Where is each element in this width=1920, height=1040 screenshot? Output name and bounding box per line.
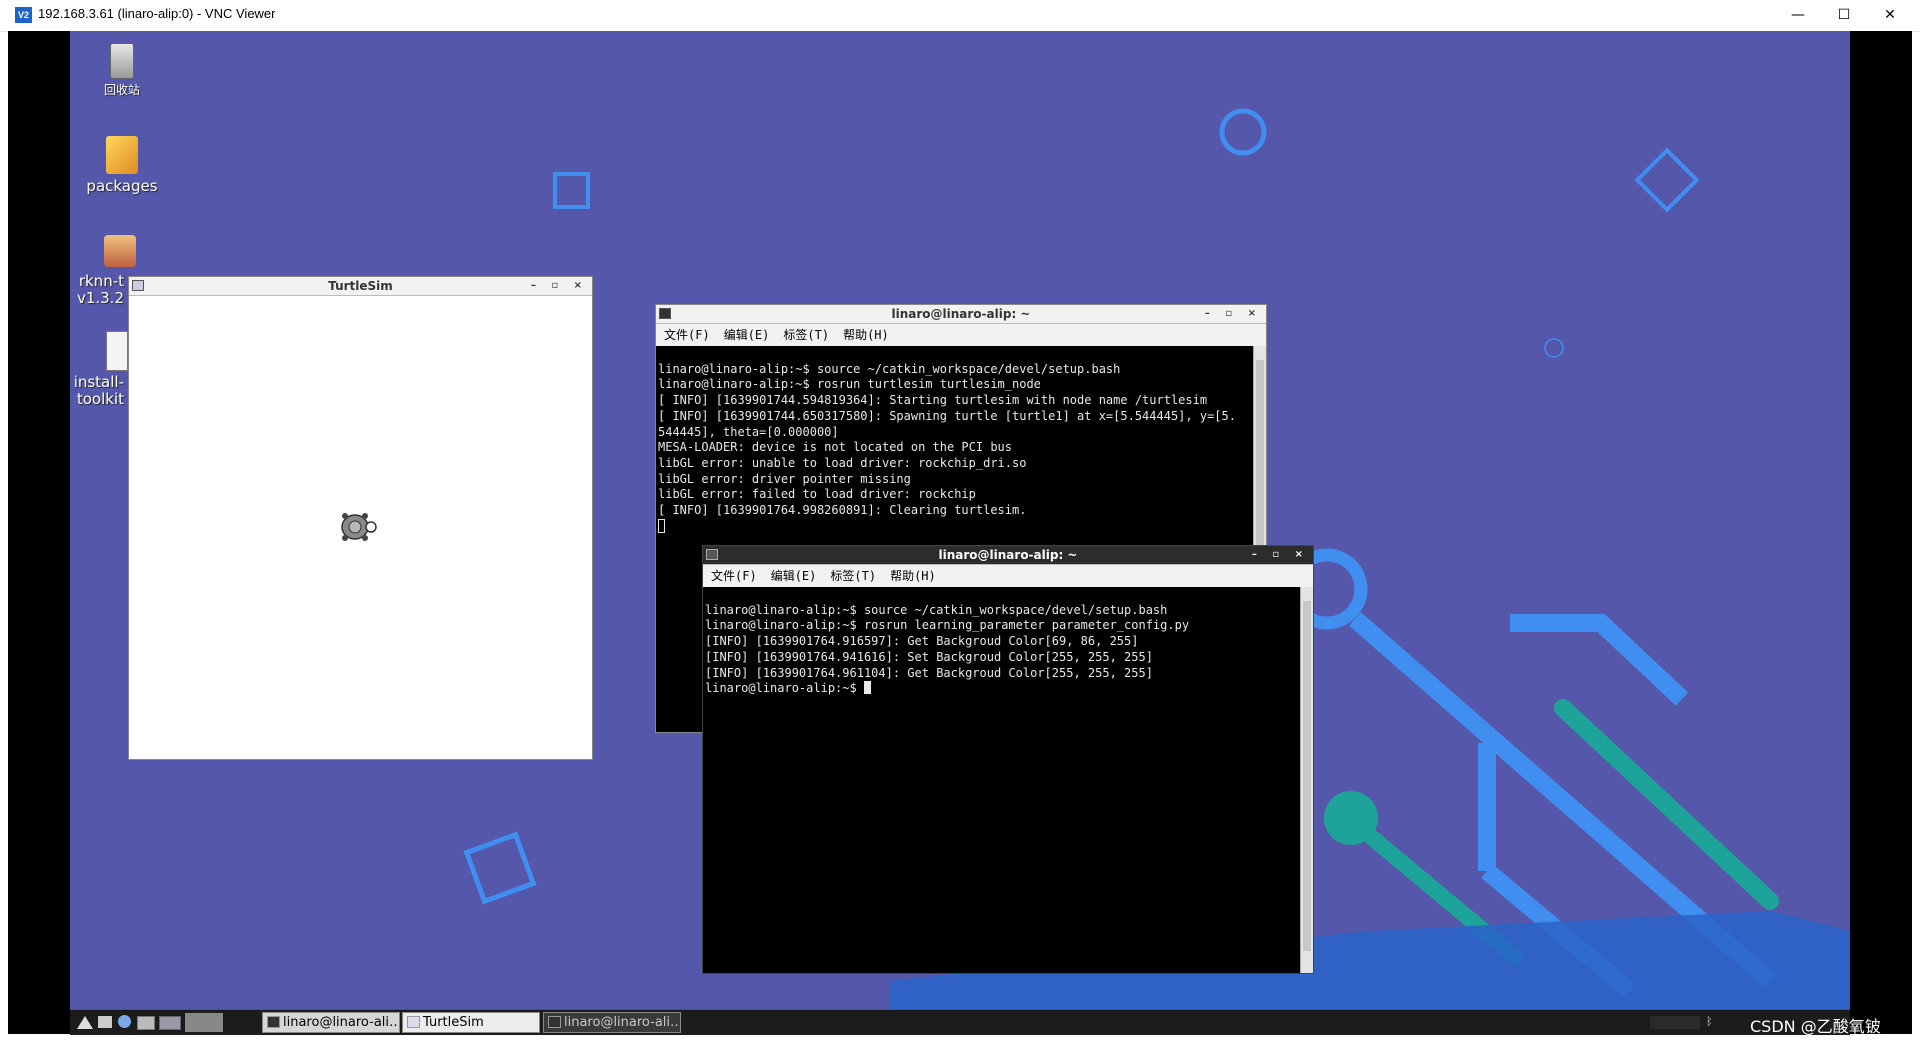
turtlesim-title: TurtleSim bbox=[328, 279, 393, 293]
desktop-icon-label: rknn-t v1.3.2 bbox=[76, 272, 124, 307]
vnc-title-bar: V2 192.168.3.61 (linaro-alip:0) - VNC Vi… bbox=[0, 0, 1920, 32]
terminal-menu-bar: 文件(F) 编辑(E) 标签(T) 帮助(H) bbox=[703, 565, 1313, 588]
desktop-icon-label: packages bbox=[86, 177, 158, 195]
window-menu-icon[interactable] bbox=[132, 280, 144, 291]
desktop-icon-packages[interactable]: packages bbox=[82, 136, 162, 195]
watermark-text: CSDN @乙酸氧铍 bbox=[1750, 1017, 1881, 1036]
terminal-line: libGL error: driver pointer missing bbox=[658, 471, 911, 486]
script-icon bbox=[106, 331, 128, 371]
taskbar-button-terminal-2[interactable]: linaro@linaro-ali… bbox=[543, 1012, 681, 1033]
menu-tabs[interactable]: 标签(T) bbox=[830, 569, 876, 583]
terminal-launcher-icon[interactable] bbox=[98, 1016, 112, 1028]
terminal-line: [INFO] [1639901764.941616]: Set Backgrou… bbox=[705, 649, 1153, 664]
tray-network-icon bbox=[1650, 1016, 1700, 1029]
taskbar-button-label: linaro@linaro-ali… bbox=[564, 1015, 681, 1030]
terminal-window-parameter[interactable]: linaro@linaro-alip: ~ – ▫ × 文件(F) 编辑(E) 标签… bbox=[702, 545, 1314, 974]
browser-launcher-icon[interactable] bbox=[118, 1015, 131, 1028]
menu-help[interactable]: 帮助(H) bbox=[890, 569, 936, 583]
terminal-output[interactable]: linaro@linaro-alip:~$ source ~/catkin_wo… bbox=[703, 587, 1300, 973]
terminal-line: [ INFO] [1639901744.594819364]: Starting… bbox=[658, 393, 1208, 408]
terminal-title: linaro@linaro-alip: ~ bbox=[891, 307, 1031, 321]
terminal-line: libGL error: failed to load driver: rock… bbox=[658, 487, 976, 502]
turtlesim-window[interactable]: TurtleSim – ▫ × bbox=[128, 276, 593, 760]
vnc-minimize-button[interactable]: — bbox=[1775, 0, 1821, 31]
menu-file[interactable]: 文件(F) bbox=[711, 569, 757, 583]
terminal-line: libGL error: unable to load driver: rock… bbox=[658, 455, 1027, 470]
terminal-title-bar[interactable]: linaro@linaro-alip: ~ – ▫ × bbox=[703, 546, 1313, 565]
desktop-icon-label: 回收站 bbox=[103, 83, 140, 97]
trash-icon bbox=[110, 43, 134, 79]
window-controls[interactable]: – ▫ × bbox=[1205, 305, 1262, 323]
terminal-icon bbox=[267, 1016, 280, 1028]
terminal-line: linaro@linaro-alip:~$ source ~/catkin_wo… bbox=[705, 602, 1168, 617]
vnc-logo-icon: V2 bbox=[15, 7, 32, 23]
vnc-maximize-button[interactable]: ☐ bbox=[1821, 0, 1867, 31]
window-controls[interactable]: – ▫ × bbox=[531, 277, 588, 295]
terminal-line: [INFO] [1639901764.961104]: Get Backgrou… bbox=[705, 665, 1153, 680]
package-icon bbox=[104, 235, 136, 267]
turtle-icon bbox=[341, 513, 377, 541]
file-manager-icon[interactable] bbox=[137, 1016, 155, 1030]
taskbar-button-label: TurtleSim bbox=[423, 1015, 484, 1030]
menu-file[interactable]: 文件(F) bbox=[664, 328, 710, 342]
menu-edit[interactable]: 编辑(E) bbox=[771, 569, 817, 583]
terminal-cursor bbox=[658, 518, 665, 533]
terminal-icon bbox=[659, 308, 671, 319]
terminal-scrollbar[interactable] bbox=[1300, 587, 1313, 973]
desktop-pager[interactable] bbox=[185, 1013, 223, 1032]
taskbar-button-terminal-1[interactable]: linaro@linaro-ali… bbox=[262, 1012, 400, 1033]
menu-edit[interactable]: 编辑(E) bbox=[724, 328, 770, 342]
desktop-icon-trash[interactable]: 回收站 bbox=[82, 43, 162, 99]
menu-help[interactable]: 帮助(H) bbox=[843, 328, 889, 342]
folder-icon bbox=[106, 136, 138, 174]
turtlesim-title-bar[interactable]: TurtleSim – ▫ × bbox=[129, 277, 592, 296]
taskbar-button-label: linaro@linaro-ali… bbox=[283, 1015, 400, 1030]
terminal-title-bar[interactable]: linaro@linaro-alip: ~ – ▫ × bbox=[656, 305, 1266, 324]
taskbar-button-turtlesim[interactable]: TurtleSim bbox=[402, 1012, 540, 1033]
window-icon bbox=[407, 1016, 420, 1028]
menu-tabs[interactable]: 标签(T) bbox=[783, 328, 829, 342]
vnc-close-button[interactable]: ✕ bbox=[1867, 0, 1913, 31]
terminal-line: 544445], theta=[0.000000] bbox=[658, 424, 839, 439]
terminal-line: linaro@linaro-alip:~$ source ~/catkin_wo… bbox=[658, 361, 1121, 376]
terminal-menu-bar: 文件(F) 编辑(E) 标签(T) 帮助(H) bbox=[656, 324, 1266, 347]
bluetooth-icon[interactable]: ᛒ bbox=[1706, 1015, 1716, 1029]
terminal-line: [ INFO] [1639901744.650317580]: Spawning… bbox=[658, 408, 1236, 423]
desktop-icon-rknn[interactable]: rknn-t v1.3.2 bbox=[70, 235, 136, 307]
start-menu-icon[interactable] bbox=[76, 1014, 94, 1030]
remote-desktop[interactable]: 回收站 packages rknn-t v1.3.2 install- tool… bbox=[70, 31, 1850, 1009]
terminal-line: [ INFO] [1639901764.998260891]: Clearing… bbox=[658, 503, 1027, 518]
workspace-switcher-icon[interactable] bbox=[159, 1016, 181, 1030]
terminal-prompt: linaro@linaro-alip:~$ bbox=[705, 681, 864, 696]
terminal-line: linaro@linaro-alip:~$ rosrun turtlesim t… bbox=[658, 377, 1041, 392]
terminal-icon bbox=[706, 549, 718, 560]
terminal-line: MESA-LOADER: device is not located on th… bbox=[658, 440, 1013, 455]
desktop-icon-install-toolkit[interactable]: install- toolkit bbox=[70, 331, 128, 408]
remote-taskbar: linaro@linaro-ali… TurtleSim linaro@lina… bbox=[70, 1009, 1881, 1036]
terminal-line: [INFO] [1639901764.916597]: Get Backgrou… bbox=[705, 634, 1139, 649]
terminal-icon bbox=[548, 1016, 561, 1028]
scrollbar-thumb[interactable] bbox=[1303, 601, 1311, 951]
terminal-title: linaro@linaro-alip: ~ bbox=[938, 548, 1078, 562]
desktop-icon-label: install- toolkit bbox=[73, 373, 124, 408]
terminal-cursor bbox=[863, 681, 871, 695]
window-controls[interactable]: – ▫ × bbox=[1252, 546, 1309, 564]
terminal-line: linaro@linaro-alip:~$ rosrun learning_pa… bbox=[705, 618, 1190, 633]
vnc-window-title: 192.168.3.61 (linaro-alip:0) - VNC Viewe… bbox=[38, 6, 276, 21]
